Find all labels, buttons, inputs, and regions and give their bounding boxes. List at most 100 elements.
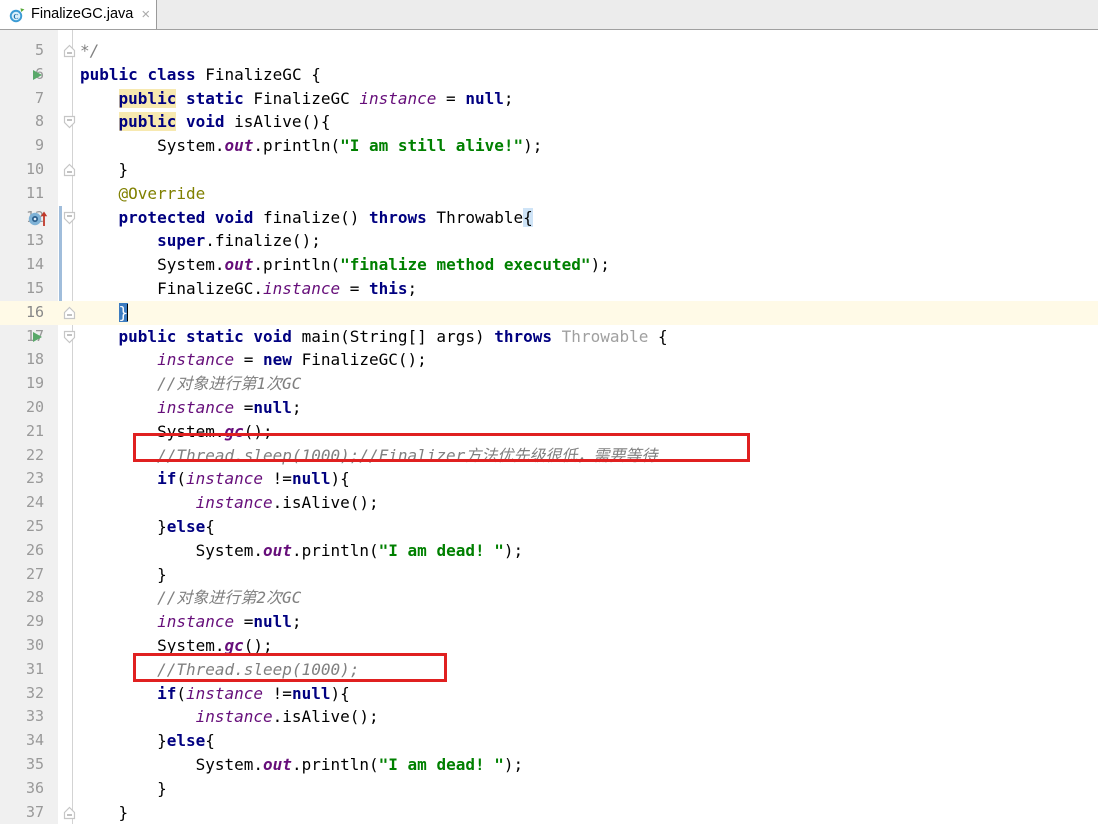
fold-region-end-icon[interactable] [63, 44, 76, 58]
line-number: 18 [25, 350, 44, 369]
code-line[interactable]: 26 System.out.println("I am dead! "); [0, 539, 1098, 563]
field-token: instance [359, 88, 437, 108]
code-line[interactable]: 16 } [0, 300, 1098, 325]
keyword-token: null [465, 88, 504, 108]
code-text: //对象进行第1次GC [80, 372, 301, 396]
code-editor[interactable]: 5 */ 6 public class FinalizeGC {7 public st… [0, 30, 1098, 824]
line-number: 22 [25, 445, 44, 464]
code-line[interactable]: 31 //Thread.sleep(1000); [0, 658, 1098, 682]
code-line[interactable]: 35 System.out.println("I am dead! "); [0, 753, 1098, 777]
run-main-method-icon[interactable] [33, 331, 42, 342]
code-line[interactable]: 11 @Override [0, 182, 1098, 206]
code-line[interactable]: 17 public static void main(String[] args… [0, 325, 1098, 349]
line-number: 33 [25, 707, 44, 726]
fold-collapse-icon[interactable] [63, 330, 76, 344]
editor-tab-finalizegc[interactable]: C FinalizeGC.java × [0, 0, 157, 29]
code-text: public static void main(String[] args) t… [118, 326, 668, 346]
code-line[interactable]: 21 System.gc(); [0, 420, 1098, 444]
code-text: } [80, 301, 129, 325]
close-icon[interactable]: × [141, 7, 150, 22]
line-number: 23 [25, 469, 44, 488]
line-number: 29 [25, 612, 44, 631]
code-line[interactable]: 15 FinalizeGC.instance = this; [0, 277, 1098, 301]
keyword-token: new [263, 350, 292, 370]
field-token: instance [157, 398, 235, 417]
field-token: instance [185, 469, 264, 489]
code-line[interactable]: 14 System.out.println("finalize method e… [0, 253, 1098, 277]
line-number: 37 [25, 802, 44, 821]
code-line[interactable]: 23 if(instance !=null){ [0, 467, 1098, 491]
fold-collapse-icon[interactable] [63, 115, 76, 129]
overrides-method-icon[interactable] [27, 210, 53, 227]
fold-region-end-icon[interactable] [63, 306, 76, 320]
static-field-token: out [224, 255, 254, 275]
code-text: System.gc(); [80, 636, 273, 655]
code-line[interactable]: 12 protected void finalize() throws Thro… [0, 206, 1098, 230]
line-number: 14 [25, 255, 44, 274]
keyword-token: else [166, 517, 206, 536]
code-line[interactable]: 6 public class FinalizeGC { [0, 63, 1098, 87]
code-text: System.gc(); [80, 421, 273, 441]
keyword-token: void [214, 207, 254, 227]
line-number: 25 [25, 517, 44, 535]
keyword-token: static [185, 88, 244, 108]
code-line[interactable]: 10 } [0, 158, 1098, 182]
keyword-token: public [80, 64, 138, 84]
code-text: } [80, 564, 167, 584]
code-text: instance = new FinalizeGC(); [157, 350, 427, 370]
keyword-token: null [253, 398, 292, 417]
line-number: 34 [25, 731, 44, 750]
keyword-token: public [118, 88, 177, 108]
code-line[interactable]: 25 }else{ [0, 515, 1098, 539]
code-text: //对象进行第2次GC [80, 586, 301, 610]
line-number: 24 [25, 493, 44, 512]
keyword-token: void [185, 112, 225, 132]
code-text: }else{ [80, 731, 215, 751]
keyword-token: throws [494, 326, 553, 346]
code-line[interactable]: 8 public void isAlive(){ [0, 110, 1098, 134]
code-line[interactable]: 19 //对象进行第1次GC [0, 372, 1098, 396]
line-number: 28 [25, 588, 44, 607]
code-line[interactable]: 30 System.gc(); [0, 634, 1098, 658]
static-field-token: out [224, 136, 254, 156]
code-line[interactable]: 27 } [0, 563, 1098, 587]
code-line[interactable]: 18 instance = new FinalizeGC(); [0, 348, 1098, 372]
code-line[interactable]: 5 */ [0, 39, 1098, 63]
string-token: "finalize method executed" [340, 255, 591, 275]
line-number: 20 [25, 398, 44, 416]
fold-collapse-icon[interactable] [63, 211, 76, 225]
keyword-token: static [185, 326, 244, 346]
code-text: }else{ [80, 517, 215, 536]
line-number: 21 [25, 421, 44, 440]
code-line[interactable]: 13 super.finalize(); [0, 229, 1098, 253]
line-number: 30 [25, 636, 44, 654]
code-line[interactable]: 33 instance.isAlive(); [0, 705, 1098, 729]
run-class-icon[interactable] [33, 69, 42, 80]
line-number: 7 [34, 88, 44, 107]
code-line[interactable]: 28 //对象进行第2次GC [0, 586, 1098, 610]
fold-region-end-icon[interactable] [63, 163, 76, 177]
code-line[interactable]: 22 //Thread.sleep(1000);//Finalizer方法优先级… [0, 444, 1098, 468]
code-line[interactable]: 34 }else{ [0, 729, 1098, 753]
string-token: "I am still alive!" [340, 136, 524, 156]
keyword-token: null [253, 612, 292, 632]
code-line[interactable]: 32 if(instance !=null){ [0, 682, 1098, 706]
code-line[interactable]: 37 } [0, 801, 1098, 824]
code-line[interactable]: 36 } [0, 777, 1098, 801]
static-field-token: out [263, 540, 292, 560]
line-number: 31 [25, 659, 44, 678]
code-text: System.out.println("finalize method exec… [80, 255, 610, 275]
fold-region-end-icon[interactable] [63, 806, 76, 820]
code-line[interactable]: 24 instance.isAlive(); [0, 491, 1098, 515]
code-line[interactable]: 9 System.out.println("I am still alive!"… [0, 134, 1098, 158]
line-number: 10 [25, 160, 44, 178]
code-line[interactable]: 29 instance =null; [0, 610, 1098, 634]
field-token: instance [157, 350, 235, 370]
keyword-token: null [291, 683, 331, 703]
code-line[interactable]: 20 instance =null; [0, 396, 1098, 420]
keyword-token: this [369, 279, 408, 298]
code-text: instance.isAlive(); [195, 493, 379, 513]
code-text: */ [80, 39, 99, 63]
code-line[interactable]: 7 public static FinalizeGC instance = nu… [0, 87, 1098, 111]
line-number: 9 [34, 136, 44, 155]
